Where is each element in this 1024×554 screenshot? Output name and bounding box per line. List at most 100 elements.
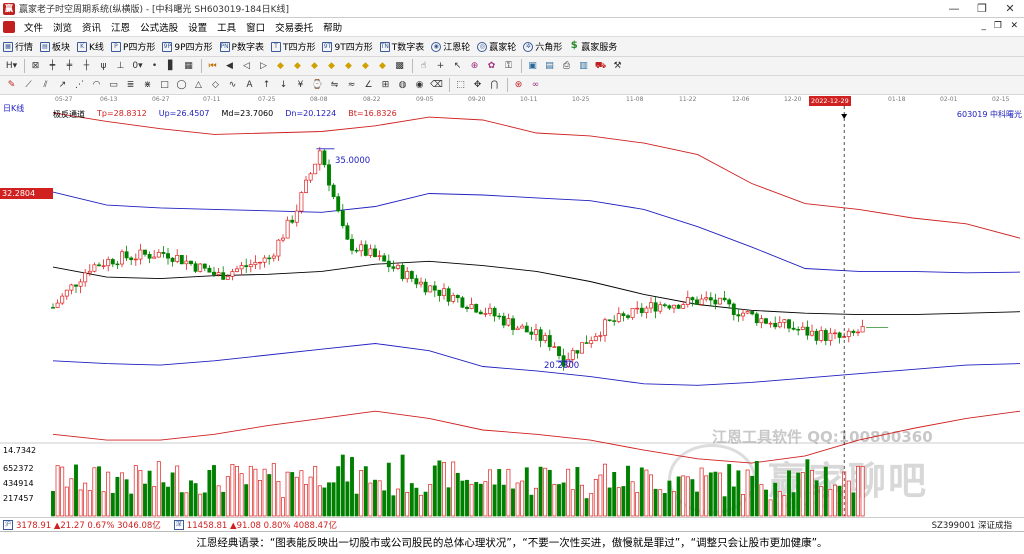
left-icon[interactable]: ◁ (239, 59, 254, 73)
menu-info[interactable]: 资讯 (77, 20, 106, 34)
arrow-icon[interactable]: ↖ (450, 59, 465, 73)
restore-icon[interactable]: ❐ (968, 0, 996, 18)
time-icon[interactable]: ⌚ (310, 78, 325, 92)
menu-formula[interactable]: 公式选股 (135, 20, 183, 34)
diamond7-icon[interactable]: ◆ (375, 59, 390, 73)
select-icon[interactable]: ⬚ (453, 78, 468, 92)
menu-tools[interactable]: 工具 (212, 20, 241, 34)
sh-index-icon[interactable]: 沪 (3, 519, 13, 530)
hand-icon[interactable]: ☝ (416, 59, 431, 73)
close-icon[interactable]: ✕ (996, 0, 1024, 18)
diamond4-icon[interactable]: ◆ (324, 59, 339, 73)
crosshair-icon[interactable]: ⊠ (28, 59, 43, 73)
tab-quotes[interactable]: ▦ 行情 (0, 38, 37, 56)
chart-canvas[interactable] (0, 106, 1024, 518)
pin-icon[interactable]: ⊥ (113, 59, 128, 73)
gann-icon[interactable]: ⋇ (140, 78, 155, 92)
tab-gann-wheel[interactable]: ◉ 江恩轮 (428, 38, 474, 56)
fib-icon[interactable]: ≣ (123, 78, 138, 92)
tab-p-table[interactable]: PN P数字表 (217, 38, 268, 56)
zoom-icon[interactable]: ⊕ (467, 59, 482, 73)
mirror-icon[interactable]: ⇋ (327, 78, 342, 92)
tool-icon[interactable]: ⚒ (610, 59, 625, 73)
tab-sectors[interactable]: ▤ 板块 (37, 38, 74, 56)
menu-file[interactable]: 文件 (19, 20, 48, 34)
globe-icon[interactable]: ⊛ (511, 78, 526, 92)
diamond2-icon[interactable]: ◆ (290, 59, 305, 73)
menu-window[interactable]: 窗口 (241, 20, 270, 34)
step-left-icon[interactable]: ◀ (222, 59, 237, 73)
mdi-close-icon[interactable]: ✕ (1010, 21, 1018, 31)
infinity-icon[interactable]: ∞ (528, 78, 543, 92)
mdi-minimize-icon[interactable]: _ (982, 21, 987, 31)
index-selector[interactable]: SZ399001 深证成指 (932, 519, 1012, 531)
diamond5-icon[interactable]: ◆ (341, 59, 356, 73)
eye-icon[interactable]: ◉ (412, 78, 427, 92)
right-icon[interactable]: ▷ (256, 59, 271, 73)
channel-icon[interactable]: ⫽ (38, 78, 53, 92)
lock-icon[interactable]: ⚿ (501, 59, 516, 73)
ray-icon[interactable]: ↗ (55, 78, 70, 92)
arrow-up-icon[interactable]: ↑ (259, 78, 274, 92)
tab-t-square[interactable]: T T四方形 (268, 38, 320, 56)
arc-icon[interactable]: ◠ (89, 78, 104, 92)
doc-icon[interactable]: ▥ (576, 59, 591, 73)
sphere-icon[interactable]: ◍ (395, 78, 410, 92)
tab-service[interactable]: $ 赢家服务 (566, 38, 621, 56)
diamond-icon[interactable]: ◆ (273, 59, 288, 73)
printer-icon[interactable]: ⎙ (559, 59, 574, 73)
kline-chart[interactable]: 江恩工具软件 QQ:100800360 赢家聊吧 liaoba.yyjh.com… (0, 104, 1024, 518)
fork-icon[interactable]: ψ (96, 59, 111, 73)
angle-icon[interactable]: ∠ (361, 78, 376, 92)
tab-t-table[interactable]: TN T数字表 (377, 38, 429, 56)
tab-p-square[interactable]: P P四方形 (108, 38, 159, 56)
line-icon[interactable]: ⟋ (21, 78, 36, 92)
bar-icon[interactable]: ▋ (164, 59, 179, 73)
save-icon[interactable]: ▣ (525, 59, 540, 73)
menu-trade[interactable]: 交易委托 (270, 20, 318, 34)
box-icon[interactable]: ▭ (106, 78, 121, 92)
fan-icon[interactable]: ⋰ (72, 78, 87, 92)
grid-icon[interactable]: ▦ (181, 59, 196, 73)
price-icon[interactable]: ¥ (293, 78, 308, 92)
calc-icon[interactable]: ▤ (542, 59, 557, 73)
magnet-icon[interactable]: ⋂ (487, 78, 502, 92)
car-icon[interactable]: ⛟ (593, 59, 608, 73)
tab-9t-square[interactable]: 9T 9T四方形 (319, 38, 376, 56)
menu-browse[interactable]: 浏览 (48, 20, 77, 34)
tab-hexagon[interactable]: ✲ 六角形 (520, 38, 566, 56)
menu-gann[interactable]: 江恩 (106, 20, 135, 34)
tab-9p-square[interactable]: 9P 9P四方形 (159, 38, 216, 56)
mdi-restore-icon[interactable]: ❐ (994, 21, 1002, 31)
square-icon[interactable]: ◇ (208, 78, 223, 92)
zero-dropdown[interactable]: 0 ▾ (130, 59, 145, 73)
rect-icon[interactable]: □ (157, 78, 172, 92)
move-icon[interactable]: ✥ (470, 78, 485, 92)
sz-index-icon[interactable]: 深 (173, 519, 184, 530)
tab-kline[interactable]: K K线 (74, 38, 108, 56)
tag-icon[interactable]: ✿ (484, 59, 499, 73)
arrow-down-icon[interactable]: ↓ (276, 78, 291, 92)
mark-icon[interactable]: ┼ (79, 59, 94, 73)
diamond3-icon[interactable]: ◆ (307, 59, 322, 73)
cross-icon[interactable]: + (433, 59, 448, 73)
pencil-icon[interactable]: ✎ (4, 78, 19, 92)
menu-help[interactable]: 帮助 (318, 20, 347, 34)
diamond6-icon[interactable]: ◆ (358, 59, 373, 73)
text-icon[interactable]: A (242, 78, 257, 92)
tab-winner-wheel[interactable]: ◎ 赢家轮 (474, 38, 520, 56)
cycle-icon[interactable]: ∿ (225, 78, 240, 92)
triangle-icon[interactable]: △ (191, 78, 206, 92)
grid2-icon[interactable]: ▩ (392, 59, 407, 73)
menu-settings[interactable]: 设置 (183, 20, 212, 34)
minimize-icon[interactable]: — (940, 0, 968, 18)
wave-icon[interactable]: ≈ (344, 78, 359, 92)
bars-icon[interactable]: ┿ (45, 59, 60, 73)
dot-icon[interactable]: • (147, 59, 162, 73)
indicator-name[interactable]: 极反通道 (53, 109, 85, 120)
skip-start-icon[interactable]: ⏮ (205, 59, 220, 73)
erase-icon[interactable]: ⌫ (429, 78, 444, 92)
grid3-icon[interactable]: ⊞ (378, 78, 393, 92)
ellipse-icon[interactable]: ◯ (174, 78, 189, 92)
h-dropdown[interactable]: H ▾ (4, 59, 19, 73)
